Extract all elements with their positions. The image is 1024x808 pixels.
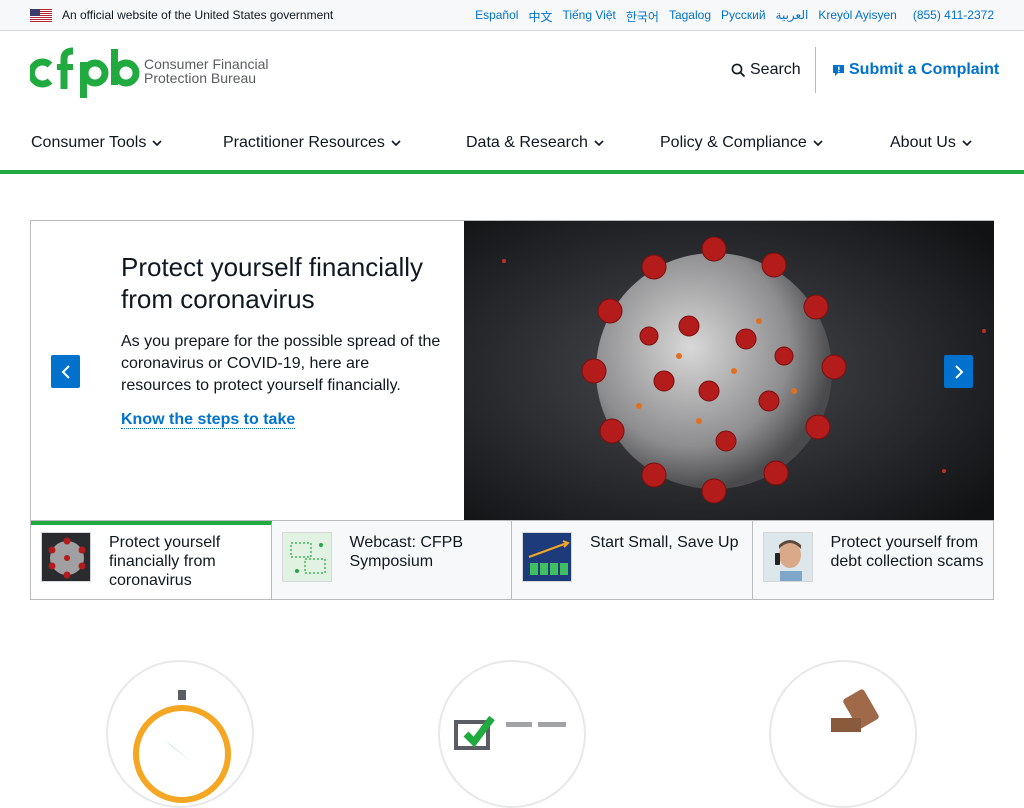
language-link-tagalog[interactable]: Tagalog xyxy=(669,8,711,25)
thumb-label: Protect yourself financially from corona… xyxy=(109,534,221,589)
carousel-tab-coronavirus[interactable]: Protect yourself financially from corona… xyxy=(31,521,272,599)
search-label: Search xyxy=(750,61,801,78)
phone-call-thumbnail-image xyxy=(762,532,813,582)
thumb-label: Webcast: CFPB Symposium xyxy=(349,534,464,570)
nav-about-us[interactable]: About Us xyxy=(890,134,972,152)
nav-label: Practitioner Resources xyxy=(223,134,385,151)
submit-complaint-link[interactable]: Submit a Complaint xyxy=(832,61,999,79)
us-flag-icon xyxy=(30,9,52,22)
language-link-espanol[interactable]: Español xyxy=(475,8,518,25)
carousel-tab-debt-collection[interactable]: Protect yourself from debt collection sc… xyxy=(752,521,993,599)
gavel-icon xyxy=(769,660,917,808)
language-list: Español 中文 Tiếng Việt 한국어 Tagalog Русски… xyxy=(475,8,994,25)
compass-icon xyxy=(106,660,254,808)
official-website-text: An official website of the United States… xyxy=(62,8,334,22)
phone-link[interactable]: (855) 411-2372 xyxy=(913,8,994,25)
hero-link[interactable]: Know the steps to take xyxy=(121,411,296,429)
complaint-icon xyxy=(833,64,844,76)
coronavirus-illustration xyxy=(464,221,994,520)
webcast-thumbnail-image xyxy=(281,532,332,582)
coronavirus-image xyxy=(464,221,994,520)
chevron-down-icon xyxy=(594,139,604,146)
cfpb-logo-mark-icon xyxy=(28,47,140,98)
nav-practitioner-resources[interactable]: Practitioner Resources xyxy=(223,134,401,152)
checklist-icon xyxy=(438,660,586,808)
chevron-right-icon xyxy=(954,364,963,379)
chevron-down-icon xyxy=(391,139,401,146)
hero-body: As you prepare for the possible spread o… xyxy=(121,333,441,394)
nav-green-rule xyxy=(0,170,1024,174)
language-link-chinese[interactable]: 中文 xyxy=(528,8,552,25)
nav-label: Consumer Tools xyxy=(31,134,147,151)
nav-label: Policy & Compliance xyxy=(660,134,807,151)
chevron-left-icon xyxy=(61,364,70,379)
chevron-down-icon xyxy=(962,139,972,146)
logo-wordmark: Consumer Financial Protection Bureau xyxy=(144,57,269,85)
language-link-haitian-creole[interactable]: Kreyòl Ayisyen xyxy=(818,8,897,25)
nav-policy-compliance[interactable]: Policy & Compliance xyxy=(660,134,823,152)
thumb-label: Protect yourself from debt collection sc… xyxy=(830,534,984,570)
nav-consumer-tools[interactable]: Consumer Tools xyxy=(31,134,162,152)
savings-thumbnail-image xyxy=(522,532,572,582)
carousel-previous-button[interactable] xyxy=(51,355,80,388)
carousel-tab-webcast[interactable]: Webcast: CFPB Symposium xyxy=(271,521,512,599)
logo-line-1: Consumer Financial xyxy=(144,56,269,72)
carousel-next-button[interactable] xyxy=(944,355,973,388)
chevron-down-icon xyxy=(152,139,162,146)
nav-label: About Us xyxy=(890,134,956,151)
carousel-tab-start-small[interactable]: Start Small, Save Up xyxy=(512,521,753,599)
hero-title: Protect yourself financially from corona… xyxy=(121,252,424,314)
coronavirus-thumbnail-image xyxy=(41,532,91,582)
language-link-russian[interactable]: Русский xyxy=(721,8,766,25)
language-link-korean[interactable]: 한국어 xyxy=(626,8,659,25)
cfpb-logo[interactable]: Consumer Financial Protection Bureau xyxy=(28,45,270,99)
language-link-arabic[interactable]: العربية xyxy=(776,8,809,25)
hero-text: Protect yourself financially from corona… xyxy=(121,251,441,429)
carousel-thumbnails: Protect yourself financially from corona… xyxy=(30,521,994,600)
thumb-label: Start Small, Save Up xyxy=(590,534,739,551)
search-icon xyxy=(731,63,746,77)
nav-label: Data & Research xyxy=(466,134,588,151)
search-button[interactable]: Search xyxy=(731,61,801,79)
language-link-vietnamese[interactable]: Tiếng Việt xyxy=(562,8,615,25)
nav-data-research[interactable]: Data & Research xyxy=(466,134,604,152)
hero-carousel: Protect yourself financially from corona… xyxy=(30,220,994,521)
gov-banner: An official website of the United States… xyxy=(0,0,1024,31)
chevron-down-icon xyxy=(813,139,823,146)
logo-line-2: Protection Bureau xyxy=(144,70,257,86)
submit-complaint-label: Submit a Complaint xyxy=(849,61,1000,78)
main-navigation: Consumer Tools Practitioner Resources Da… xyxy=(0,125,1024,173)
header-divider xyxy=(815,47,816,93)
